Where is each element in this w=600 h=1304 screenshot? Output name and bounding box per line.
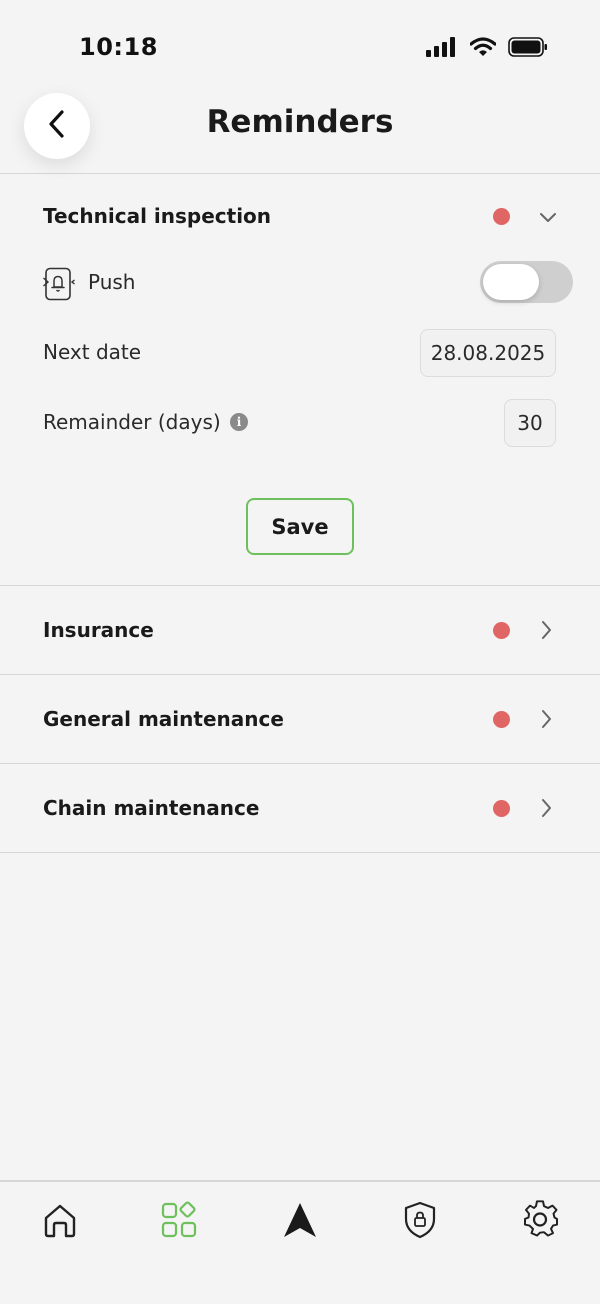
- page-title: Reminders: [206, 104, 394, 140]
- signal-icon: [426, 37, 458, 61]
- tab-home[interactable]: [38, 1200, 82, 1244]
- battery-icon: [508, 37, 548, 61]
- status-dot: [493, 208, 510, 225]
- push-notification-icon: [42, 267, 76, 305]
- apps-grid-icon: [159, 1200, 199, 1244]
- next-date-field[interactable]: 28.08.2025: [420, 329, 556, 377]
- section-title: General maintenance: [43, 707, 284, 731]
- toggle-knob: [483, 264, 539, 300]
- status-dot: [493, 711, 510, 728]
- chevron-right-icon: [540, 619, 554, 645]
- gear-icon: [520, 1200, 560, 1244]
- chain-maintenance-row[interactable]: Chain maintenance: [0, 764, 600, 853]
- chevron-down-icon[interactable]: [538, 210, 558, 229]
- status-dot: [493, 800, 510, 817]
- wifi-icon: [469, 37, 497, 61]
- status-time: 10:18: [79, 33, 158, 61]
- tab-navigation[interactable]: [278, 1200, 322, 1244]
- save-button[interactable]: Save: [246, 498, 354, 555]
- tab-bar: [0, 1180, 600, 1304]
- general-maintenance-row[interactable]: General maintenance: [0, 675, 600, 764]
- section-title: Insurance: [43, 618, 154, 642]
- insurance-row[interactable]: Insurance: [0, 586, 600, 675]
- reminders-screen: 10:18 Reminders Technical inspection Pus…: [0, 0, 600, 1304]
- reminder-days-field[interactable]: 30: [504, 399, 556, 447]
- tab-security[interactable]: [398, 1200, 442, 1244]
- header: Reminders: [0, 80, 600, 174]
- status-dot: [493, 622, 510, 639]
- reminder-days-label: Remainder (days): [43, 410, 221, 434]
- push-label: Push: [88, 270, 136, 294]
- tab-settings[interactable]: [518, 1200, 562, 1244]
- navigation-arrow-icon: [280, 1200, 320, 1244]
- chevron-right-icon: [540, 797, 554, 823]
- next-date-label: Next date: [43, 340, 142, 364]
- info-icon[interactable]: i: [230, 413, 248, 431]
- push-toggle[interactable]: [480, 261, 573, 303]
- technical-inspection-title[interactable]: Technical inspection: [43, 204, 271, 228]
- home-icon: [41, 1201, 79, 1243]
- chevron-right-icon: [540, 708, 554, 734]
- shield-lock-icon: [401, 1200, 439, 1244]
- tab-services[interactable]: [157, 1200, 201, 1244]
- technical-inspection-section: Technical inspection Push Next date 28.0…: [0, 174, 600, 586]
- section-title: Chain maintenance: [43, 796, 260, 820]
- status-icons: [426, 37, 548, 61]
